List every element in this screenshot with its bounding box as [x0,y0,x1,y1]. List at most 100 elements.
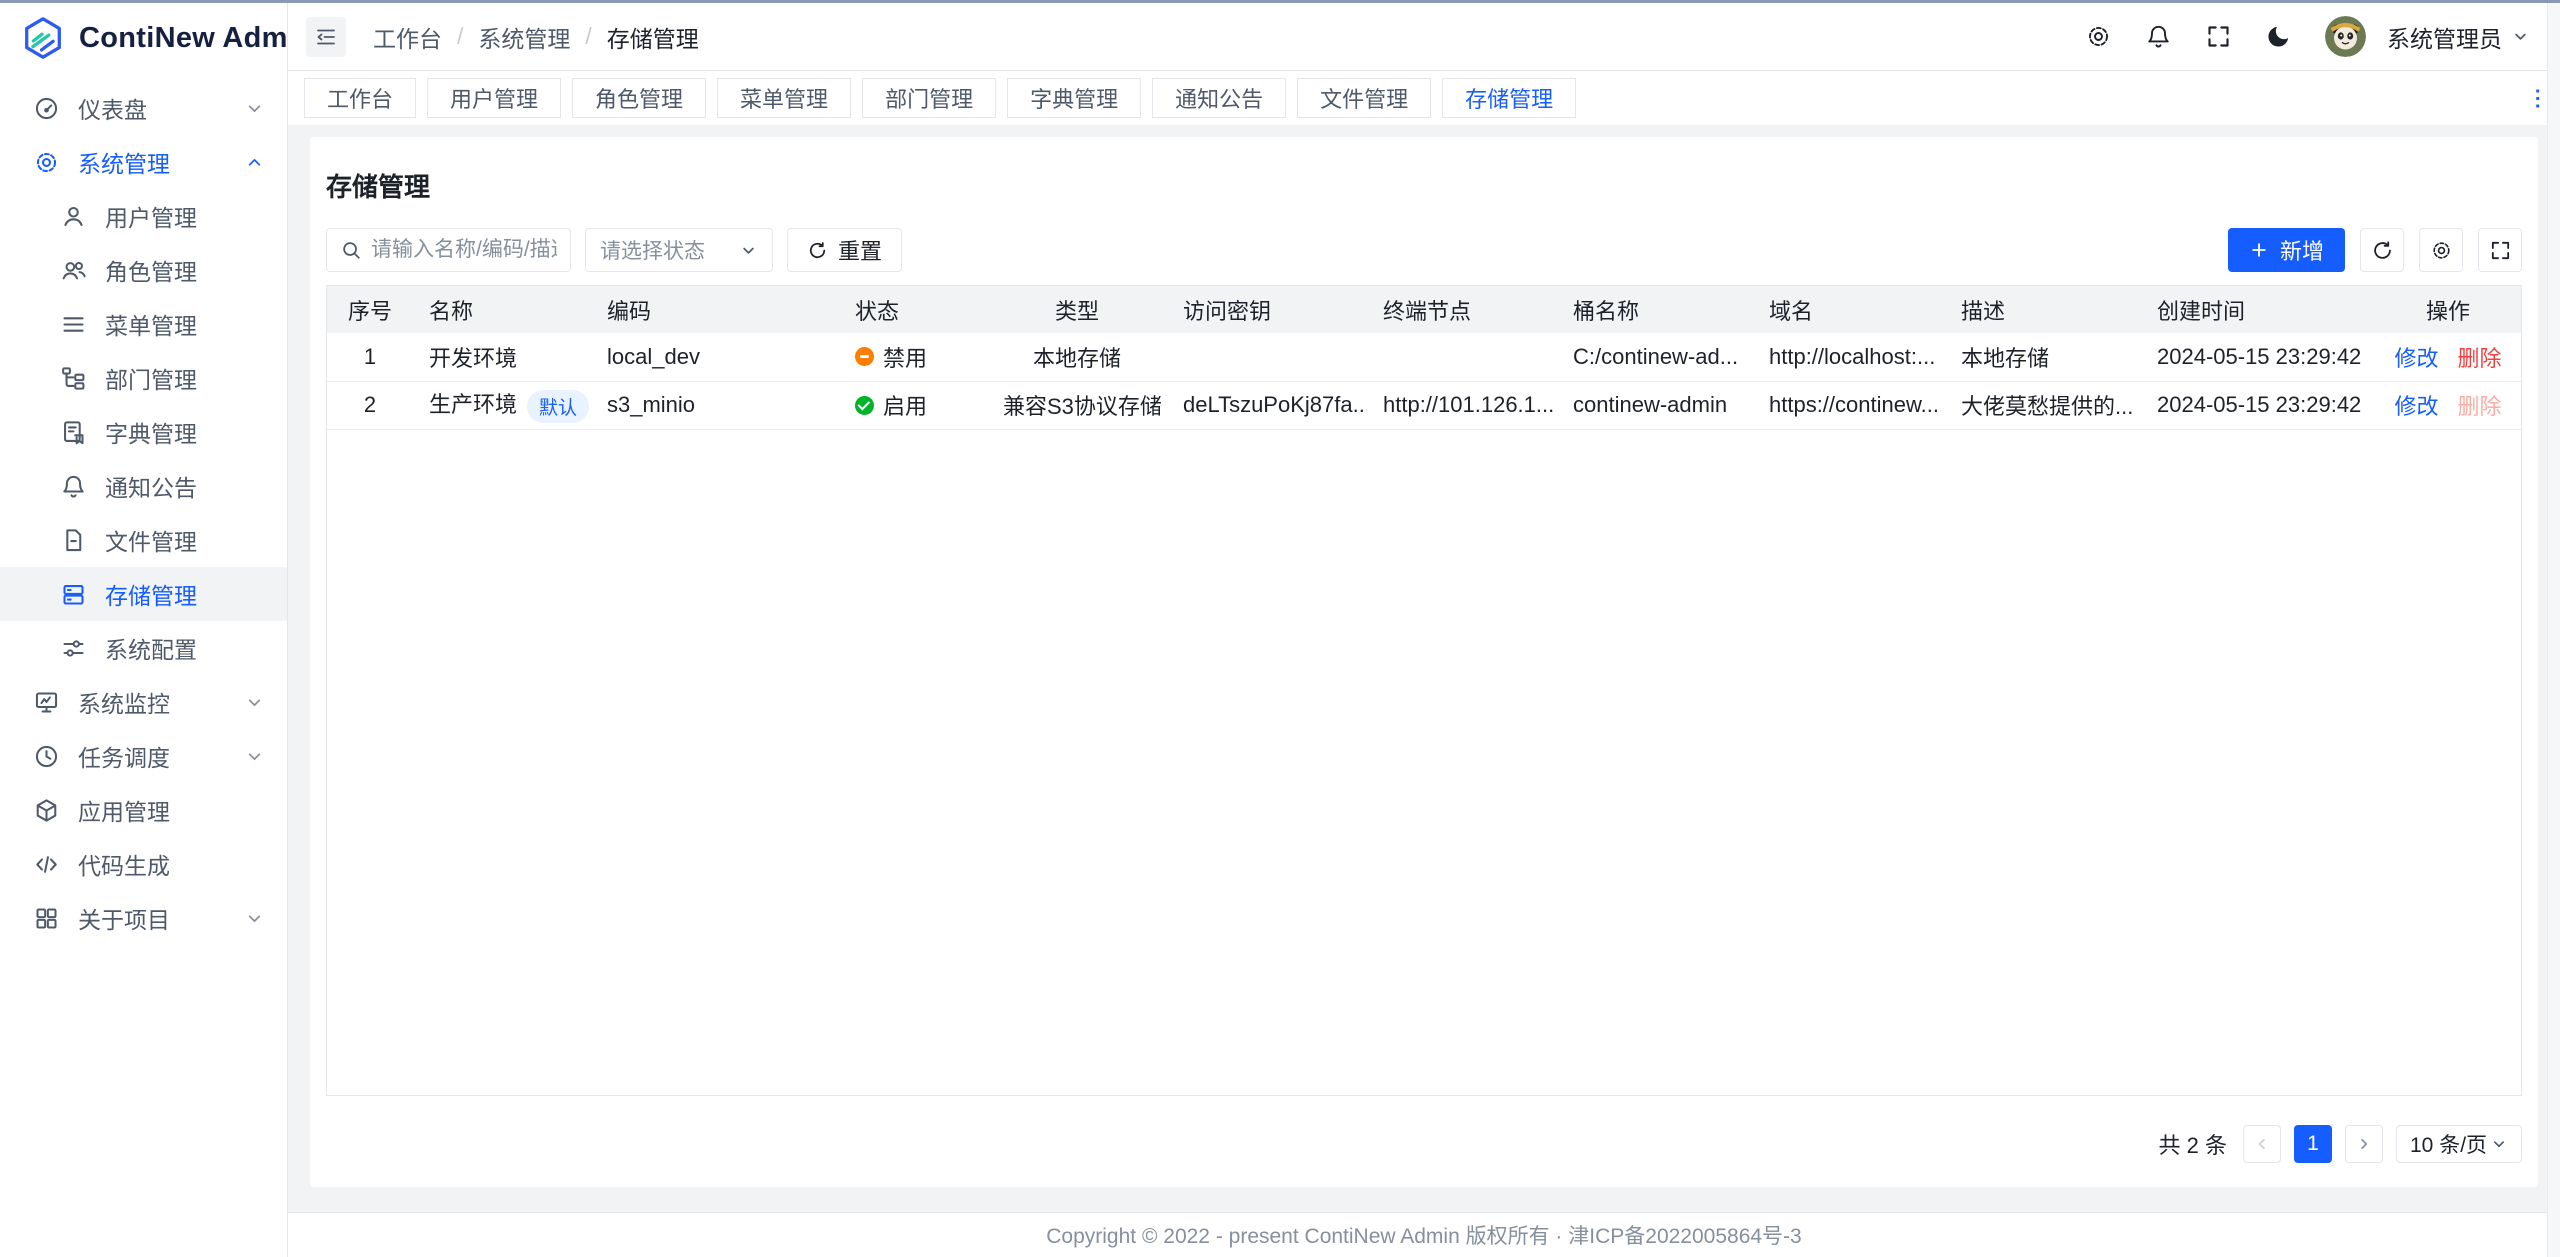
header-actions: 系统管理员 [2085,16,2530,57]
user-avatar[interactable] [2325,16,2366,57]
sidebar-collapse-button[interactable] [306,17,346,57]
pagination-total: 共 2 条 [2159,1128,2227,1160]
top-header: 工作台 / 系统管理 / 存储管理 [288,3,2560,71]
breadcrumb-separator: / [585,23,591,50]
tab-用户管理[interactable]: 用户管理 [427,78,561,118]
gear-icon [33,149,60,176]
search-input[interactable] [326,228,571,272]
code-icon [33,851,60,878]
chevron-down-icon [2511,27,2530,46]
delete-link[interactable]: 删除 [2458,346,2502,371]
table-header-row: 序号名称编码状态类型访问密钥终端节点桶名称域名描述创建时间操作 [327,286,2521,333]
edit-link[interactable]: 修改 [2394,394,2438,419]
monitor-icon [33,689,60,716]
tab-通知公告[interactable]: 通知公告 [1152,78,1286,118]
sidebar-item-user[interactable]: 用户管理 [0,189,287,243]
pagination-page-1[interactable]: 1 [2294,1125,2332,1163]
page-content: 存储管理 请选择状态 重置 [288,125,2560,1212]
grid-icon [33,905,60,932]
add-button[interactable]: 新增 [2228,228,2345,272]
browser-scrollbar[interactable] [2547,3,2560,1257]
tab-部门管理[interactable]: 部门管理 [862,78,996,118]
column-header: 终端节点 [1367,286,1557,333]
sidebar-item-role[interactable]: 角色管理 [0,243,287,297]
user-menu[interactable]: 系统管理员 [2387,20,2530,54]
main-column: 工作台 / 系统管理 / 存储管理 [288,3,2560,1257]
menu-icon [60,311,87,338]
brand-title: ContiNew Admin [79,22,314,55]
toolbar-right: 新增 [2228,228,2522,272]
edit-link[interactable]: 修改 [2394,346,2438,371]
tree-icon [60,365,87,392]
sidebar-item-config[interactable]: 系统配置 [0,621,287,675]
sidebar-item-notice[interactable]: 通知公告 [0,459,287,513]
sidebar-item-storage[interactable]: 存储管理 [0,567,287,621]
breadcrumb-item[interactable]: 存储管理 [607,20,699,54]
dict-icon [60,419,87,446]
status-select[interactable]: 请选择状态 [585,228,773,272]
reset-button[interactable]: 重置 [787,228,902,272]
sidebar-item-codegen[interactable]: 代码生成 [0,837,287,891]
column-header: 描述 [1945,286,2141,333]
chevron-down-icon [244,692,265,713]
chevron-down-icon [739,241,758,260]
search-icon [340,239,362,261]
brand-logo[interactable]: ContiNew Admin [0,3,287,73]
app-shell: ContiNew Admin 仪表盘系统管理用户管理角色管理菜单管理部门管理字典… [0,3,2560,1257]
status-select-placeholder: 请选择状态 [600,235,705,265]
tab-菜单管理[interactable]: 菜单管理 [717,78,851,118]
sidebar-menu: 仪表盘系统管理用户管理角色管理菜单管理部门管理字典管理通知公告文件管理存储管理系… [0,73,287,945]
sidebar-item-about[interactable]: 关于项目 [0,891,287,945]
breadcrumb-item[interactable]: 系统管理 [478,20,570,54]
toolbar: 请选择状态 重置 新增 [326,228,2522,272]
storage-icon [60,581,87,608]
tab-工作台[interactable]: 工作台 [304,78,416,118]
settings-icon[interactable] [2085,23,2112,50]
table-row: 1开发环境local_dev禁用本地存储C:/continew-ad...htt… [327,333,2521,381]
sidebar-item-menu[interactable]: 菜单管理 [0,297,287,351]
cube-icon [33,797,60,824]
brand-hexagon-icon [20,15,66,61]
tab-字典管理[interactable]: 字典管理 [1007,78,1141,118]
table-refresh-button[interactable] [2360,228,2404,272]
sidebar-item-dept[interactable]: 部门管理 [0,351,287,405]
status-enabled-icon [855,396,874,415]
notification-bell-icon[interactable] [2145,23,2172,50]
sidebar-item-app[interactable]: 应用管理 [0,783,287,837]
tab-存储管理[interactable]: 存储管理 [1442,78,1576,118]
column-header: 访问密钥 [1167,286,1367,333]
sidebar-item-dashboard[interactable]: 仪表盘 [0,81,287,135]
dark-mode-moon-icon[interactable] [2265,23,2292,50]
pagination-next-button[interactable] [2345,1125,2383,1163]
fullscreen-icon[interactable] [2205,23,2232,50]
chevron-down-icon [244,908,265,929]
search-field[interactable] [371,238,557,262]
page-size-select[interactable]: 10 条/页 [2396,1125,2522,1163]
bell-icon [60,473,87,500]
tab-角色管理[interactable]: 角色管理 [572,78,706,118]
default-badge: 默认 [527,390,589,423]
breadcrumb-separator: / [457,23,463,50]
column-header: 编码 [591,286,839,333]
sidebar-item-schedule[interactable]: 任务调度 [0,729,287,783]
column-header: 创建时间 [2141,286,2375,333]
pagination-prev-button[interactable] [2243,1125,2281,1163]
sidebar-item-system[interactable]: 系统管理 [0,135,287,189]
chevron-down-icon [244,98,265,119]
table-settings-button[interactable] [2419,228,2463,272]
sidebar-item-file[interactable]: 文件管理 [0,513,287,567]
menu-fold-icon [314,25,338,49]
table-row: 2生产环境默认s3_minio启用兼容S3协议存储deLTszuPoKj87fa… [327,381,2521,429]
file-icon [60,527,87,554]
pagination: 共 2 条 1 10 条/页 [326,1125,2522,1163]
tab-文件管理[interactable]: 文件管理 [1297,78,1431,118]
delete-link[interactable]: 删除 [2458,394,2502,419]
column-header: 序号 [327,286,413,333]
sliders-icon [60,635,87,662]
sidebar-item-dict[interactable]: 字典管理 [0,405,287,459]
table-fullscreen-button[interactable] [2478,228,2522,272]
page-size-value: 10 条/页 [2410,1129,2487,1159]
tab-bar: 工作台用户管理角色管理菜单管理部门管理字典管理通知公告文件管理存储管理 [288,71,2560,125]
breadcrumb-item[interactable]: 工作台 [373,20,442,54]
sidebar-item-monitor[interactable]: 系统监控 [0,675,287,729]
